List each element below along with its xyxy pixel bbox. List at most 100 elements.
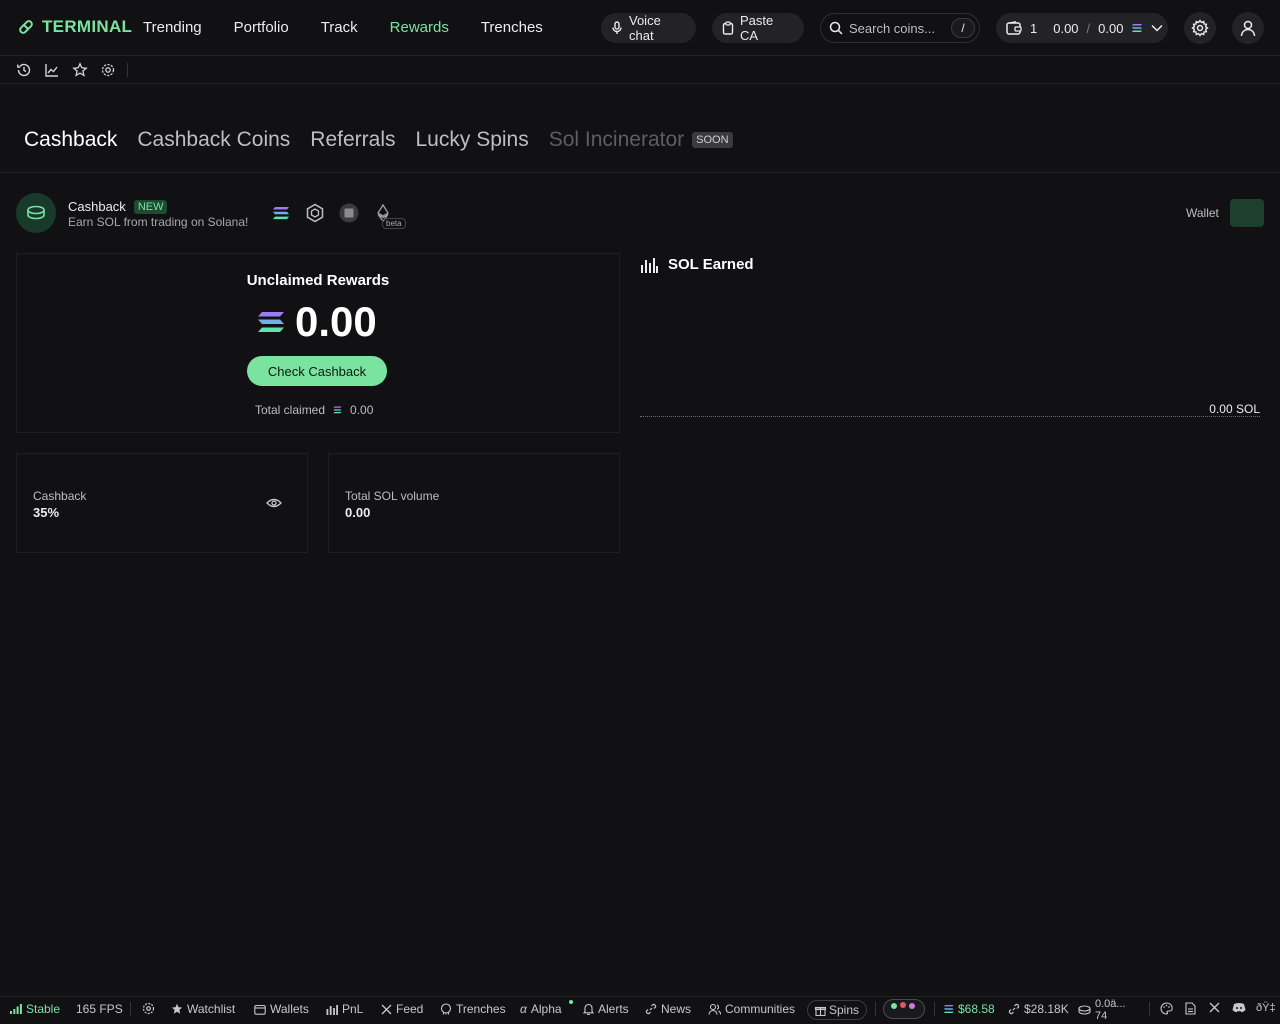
logo-text: TERMINAL [42,17,133,36]
solana-chain-icon[interactable] [271,203,291,223]
coin-value-sub: 74 [1095,1010,1108,1022]
tab-referrals[interactable]: Referrals [310,128,395,152]
discord-icon[interactable] [1232,1002,1246,1013]
stat-label: Total SOL volume [345,489,440,503]
solana-small-icon [333,406,342,414]
tab-lucky-spins[interactable]: Lucky Spins [416,128,529,152]
link-value: $28.18K [1024,1002,1069,1016]
footer-pnl[interactable]: PnL [326,1002,363,1016]
cashback-title-row: Cashback NEW [68,199,168,214]
tab-cashback-coins[interactable]: Cashback Coins [137,128,290,152]
footer-sol-price[interactable]: $68.58 [943,1002,995,1016]
base-chain-icon[interactable] [339,203,359,223]
spins-label: Spins [828,1003,860,1017]
pills-toggle[interactable] [883,999,925,1019]
microphone-icon [611,21,623,35]
new-badge: NEW [133,199,168,214]
pill-logo-icon [16,17,36,37]
nav-trending[interactable]: Trending [143,19,202,36]
profile-button[interactable] [1232,12,1264,44]
main-nav: Trending Portfolio Track Rewards Trenche… [143,19,575,36]
watchlist-label: Watchlist [187,1002,236,1016]
x-logo-icon [381,1004,392,1015]
cashback-title: Cashback [68,199,126,214]
footer-watchlist[interactable]: Watchlist [171,1002,235,1016]
nav-portfolio[interactable]: Portfolio [234,19,289,36]
bnb-chain-icon[interactable] [305,203,325,223]
nav-rewards[interactable]: Rewards [390,19,449,36]
divider [1149,1002,1150,1016]
link-icon [1008,1003,1020,1015]
communities-label: Communities [725,1002,796,1016]
total-claimed-label: Total claimed [255,403,326,417]
footer-settings[interactable] [142,1002,155,1015]
notification-dot [569,1000,573,1004]
gear-icon [142,1002,155,1015]
footer-spins[interactable]: Spins [807,1000,867,1020]
search-icon [829,21,843,35]
gear-icon [1191,19,1209,37]
sol-earned-header: SOL Earned [640,256,754,273]
cashback-avatar [16,193,56,233]
bell-icon [583,1003,594,1015]
toolbar-divider [127,63,128,77]
search-box[interactable]: / [820,13,980,43]
news-label: News [661,1002,692,1016]
document-icon[interactable] [1185,1002,1196,1015]
paste-ca-label: Paste CA [740,13,774,43]
paste-ca-button[interactable]: Paste CA [712,13,804,43]
sol-earned-title: SOL Earned [668,256,754,273]
tabs-divider [0,172,1280,173]
clipboard-icon [722,21,734,35]
footer-news[interactable]: News [645,1002,691,1016]
footer-feed[interactable]: Feed [381,1002,423,1016]
chart-line-icon[interactable] [44,62,60,78]
footer-communities[interactable]: Communities [708,1002,795,1016]
connection-status[interactable]: Stable [10,1002,60,1016]
check-cashback-button[interactable]: Check Cashback [247,356,387,386]
nav-track[interactable]: Track [321,19,358,36]
sol-earned-baseline [640,416,1260,417]
tab-sol-incinerator: Sol Incinerator [548,128,685,151]
chevron-down-icon [1151,24,1164,32]
wallet-selector[interactable]: 1 0.00 / 0.00 [996,13,1168,43]
status-label: Stable [26,1002,61,1016]
pnl-label: PnL [342,1002,364,1016]
sol-earned-value: 0.00 SOL [1209,402,1260,416]
logo[interactable]: TERMINAL [16,17,132,37]
footer-trenches[interactable]: Trenches [440,1002,506,1016]
tab-cashback[interactable]: Cashback [24,128,117,152]
footer-link-value[interactable]: $28.18K [1008,1002,1069,1016]
solana-icon [943,1004,954,1014]
palette-icon[interactable] [1160,1002,1173,1015]
stat-value: 35% [33,505,60,520]
eye-icon[interactable] [266,496,282,510]
divider [875,1002,876,1016]
settings-button[interactable] [1184,12,1216,44]
search-input[interactable] [849,20,949,36]
wallet-slash: / [1086,20,1091,36]
alpha-label: Alpha [530,1002,562,1016]
trenches-label: Trenches [456,1002,506,1016]
total-sol-volume-card: Total SOL volume 0.00 [328,453,620,553]
star-icon[interactable] [72,62,88,78]
footer-wallets[interactable]: Wallets [254,1002,309,1016]
history-icon[interactable] [16,62,32,78]
wallet-select-button[interactable] [1230,199,1264,227]
gear-small-icon[interactable] [100,62,116,78]
unclaimed-rewards-card: Unclaimed Rewards 0.00 Check Cashback To… [16,253,620,433]
footer-coin-value[interactable]: 0.0ä... 74 [1078,998,1126,1022]
coins-icon [25,204,47,222]
rewards-tabs: Cashback Cashback Coins Referrals Lucky … [24,128,733,152]
language-text[interactable]: ðŸ‡ [1256,1002,1276,1014]
coin-value: 0.0ä... [1095,998,1126,1010]
divider [934,1002,935,1016]
footer-alerts[interactable]: Alerts [583,1002,629,1016]
nav-trenches[interactable]: Trenches [481,19,543,36]
footer-alpha[interactable]: α Alpha [520,1000,573,1016]
bar-chart-icon [326,1004,338,1015]
x-logo-icon[interactable] [1209,1002,1220,1013]
voice-chat-button[interactable]: Voice chat [601,13,696,43]
solana-icon [1131,23,1143,33]
coins-icon [1078,1005,1091,1015]
